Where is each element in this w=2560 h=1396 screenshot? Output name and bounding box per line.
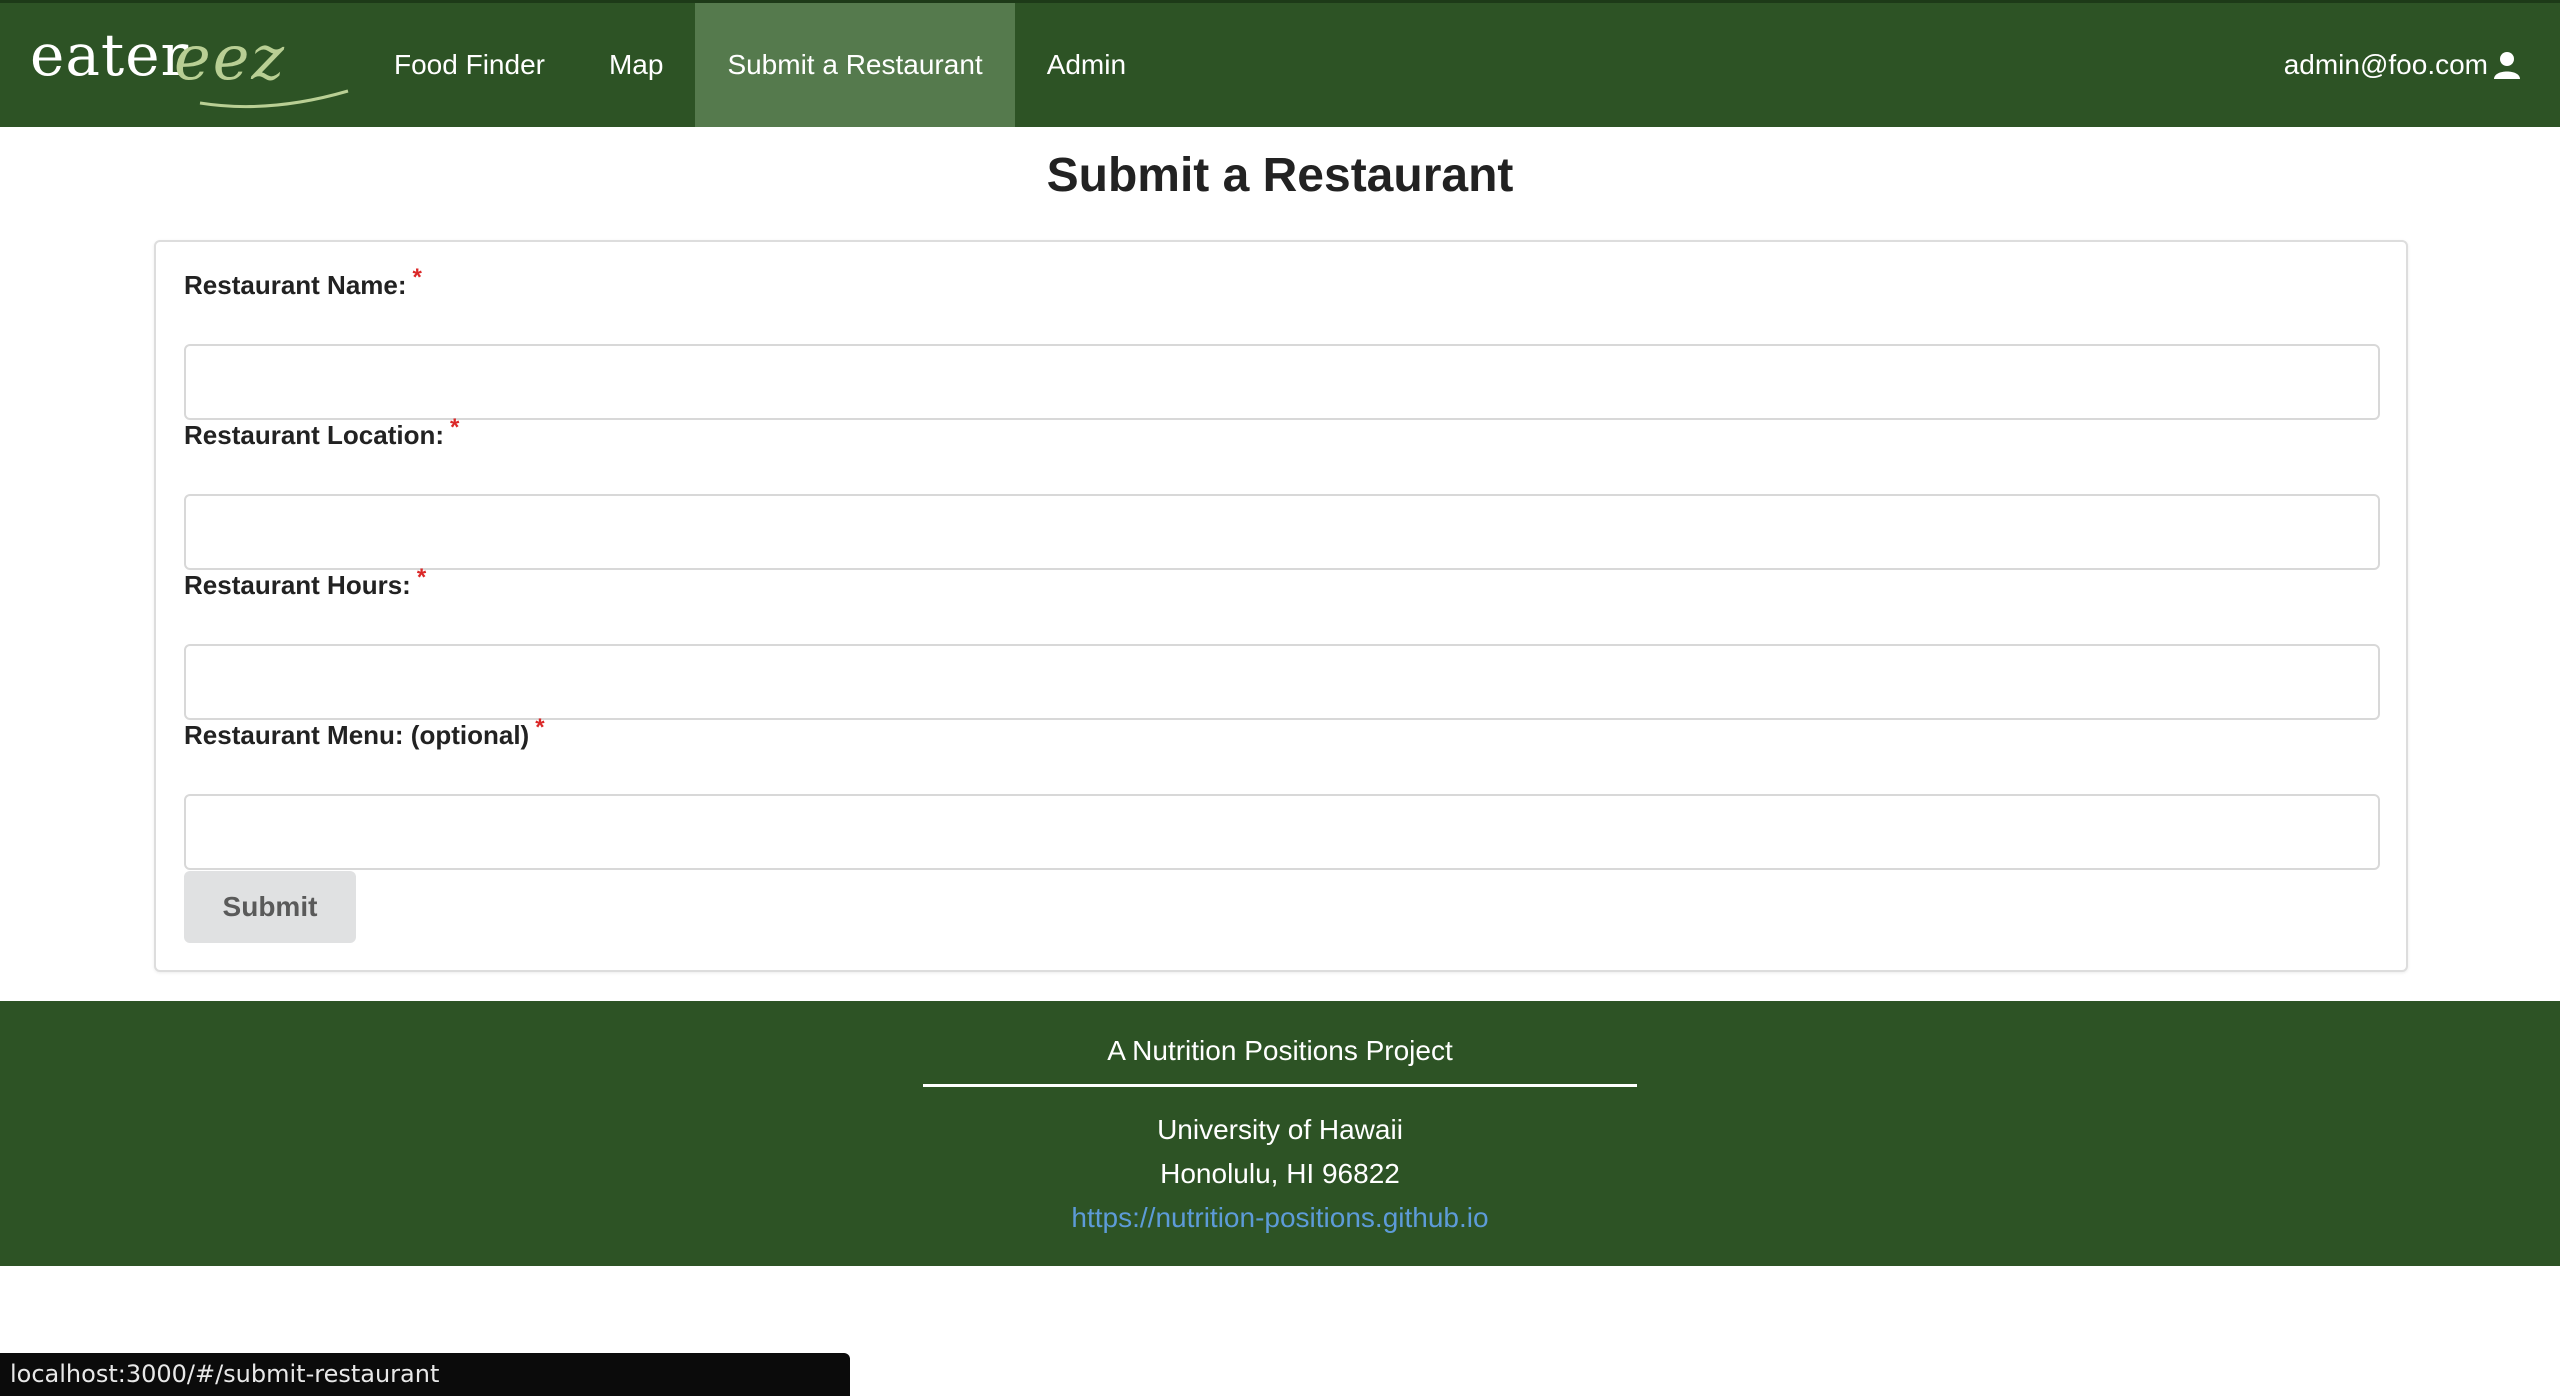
submit-button[interactable]: Submit xyxy=(184,871,356,943)
restaurant-name-input[interactable] xyxy=(184,344,2380,420)
nav-item-map[interactable]: Map xyxy=(577,3,695,127)
nav-menu: Food Finder Map Submit a Restaurant Admi… xyxy=(362,3,1158,127)
brand-logo[interactable]: eater eez xyxy=(30,15,349,115)
nav-item-food-finder[interactable]: Food Finder xyxy=(362,3,577,127)
footer-org: University of Hawaii xyxy=(1157,1114,1403,1145)
restaurant-name-label-text: Restaurant Name: xyxy=(184,270,407,300)
footer-project-title: A Nutrition Positions Project xyxy=(1107,1035,1453,1066)
footer-link[interactable]: https://nutrition-positions.github.io xyxy=(1071,1202,1488,1233)
restaurant-name-label: Restaurant Name: * xyxy=(184,264,2380,310)
field-restaurant-name: Restaurant Name: * xyxy=(184,264,2380,420)
logo-swoosh-icon xyxy=(199,89,349,109)
footer-address: Honolulu, HI 96822 xyxy=(1160,1158,1400,1189)
restaurant-hours-label-text: Restaurant Hours: xyxy=(184,570,411,600)
required-marker: * xyxy=(416,564,427,591)
field-restaurant-location: Restaurant Location: * xyxy=(184,414,2380,570)
user-icon xyxy=(2494,52,2520,79)
user-email: admin@foo.com xyxy=(2283,49,2488,80)
restaurant-menu-input[interactable] xyxy=(184,794,2380,870)
nav-item-admin[interactable]: Admin xyxy=(1015,3,1158,127)
required-marker: * xyxy=(535,714,545,741)
logo-word: eater xyxy=(30,21,190,89)
required-marker: * xyxy=(412,264,422,291)
field-restaurant-menu: Restaurant Menu: (optional) * xyxy=(184,714,2380,870)
field-restaurant-hours: Restaurant Hours: * xyxy=(184,564,2380,720)
footer: A Nutrition Positions Project University… xyxy=(0,1001,2560,1266)
top-navbar: eater eez Food Finder Map Submit a Resta… xyxy=(0,0,2560,127)
required-marker: * xyxy=(450,414,460,441)
restaurant-hours-label: Restaurant Hours: * xyxy=(184,564,2380,610)
restaurant-location-label-text: Restaurant Location: xyxy=(184,420,445,450)
restaurant-menu-label-text: Restaurant Menu: (optional) xyxy=(184,720,530,750)
browser-status-bar: localhost:3000/#/submit-restaurant xyxy=(0,1353,850,1396)
restaurant-location-input[interactable] xyxy=(184,494,2380,570)
user-menu[interactable]: admin@foo.com xyxy=(2284,3,2522,127)
restaurant-menu-label: Restaurant Menu: (optional) * xyxy=(184,714,2380,760)
page-title: Submit a Restaurant xyxy=(1046,149,1514,202)
nav-item-submit-restaurant[interactable]: Submit a Restaurant xyxy=(695,3,1015,127)
footer-divider xyxy=(923,1084,1637,1087)
restaurant-hours-input[interactable] xyxy=(184,644,2380,720)
restaurant-location-label: Restaurant Location: * xyxy=(184,414,2380,460)
footer-link-row: https://nutrition-positions.github.io xyxy=(0,1202,2560,1234)
restaurant-form: Restaurant Name: * Restaurant Location: * … xyxy=(154,240,2408,972)
